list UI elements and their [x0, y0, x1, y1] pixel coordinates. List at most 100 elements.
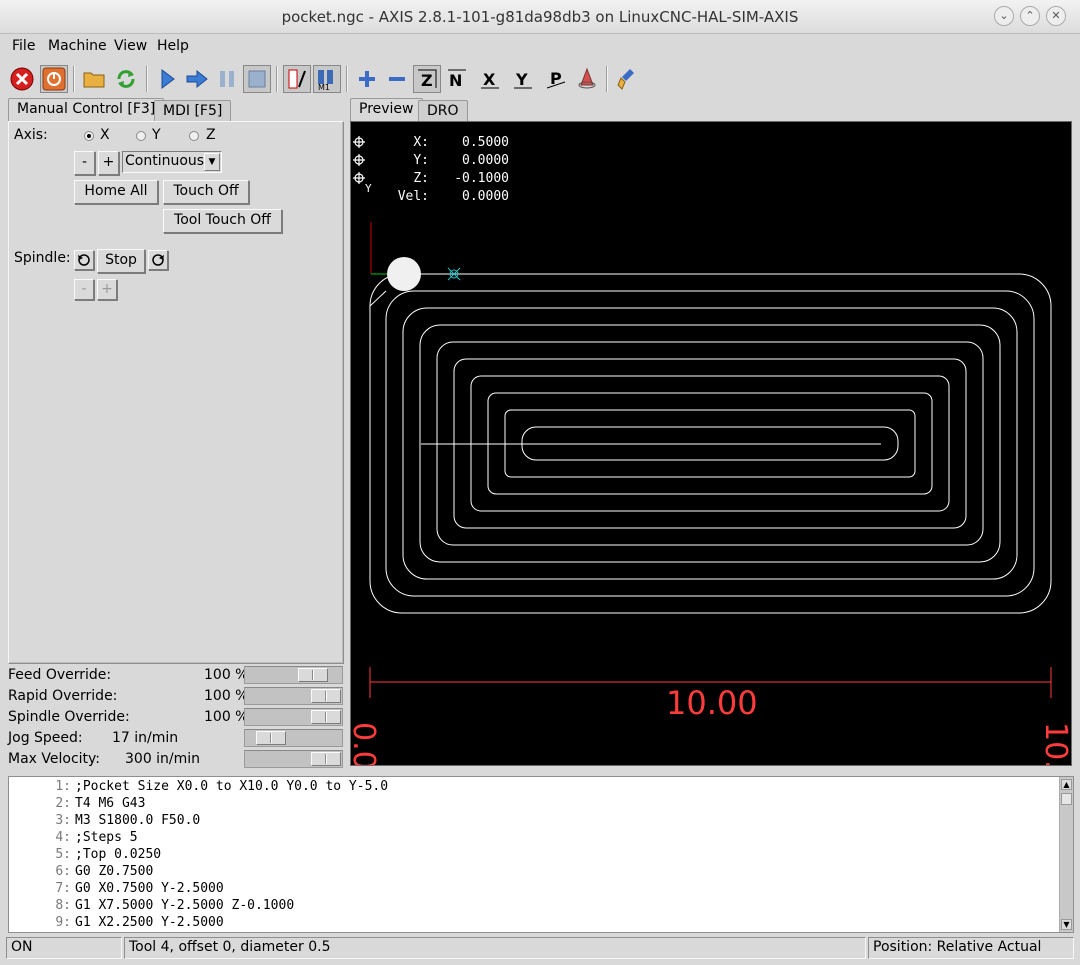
dimension-left-label: 0.0 [350, 722, 381, 766]
gcode-listing[interactable]: 1: ;Pocket Size X0.0 to X10.0 Y0.0 to Y-5… [8, 776, 1074, 933]
slider-thumb[interactable] [311, 710, 341, 724]
svg-text:X: X [483, 70, 496, 89]
spindle-plus-button[interactable]: + [97, 279, 117, 300]
list-item[interactable]: 9: G1 X2.2500 Y-2.5000 [9, 915, 223, 930]
menu-machine[interactable]: Machine [48, 38, 107, 54]
menu-bar: File Machine View Help [0, 34, 1080, 60]
power-icon[interactable] [40, 65, 68, 93]
list-item[interactable]: 8: G1 X7.5000 Y-2.5000 Z-0.1000 [9, 898, 294, 913]
rapid-override-slider[interactable] [244, 687, 343, 705]
menu-help[interactable]: Help [157, 38, 189, 54]
jog-speed-slider[interactable] [244, 729, 343, 747]
dro-x-label: X: [413, 135, 429, 150]
tab-preview[interactable]: Preview [350, 98, 423, 122]
chevron-down-icon[interactable]: ▼ [204, 153, 220, 171]
slider-thumb[interactable] [255, 731, 286, 745]
list-item[interactable]: 5: ;Top 0.0250 [9, 847, 161, 862]
preview-canvas[interactable]: Y 10.00 0.0 10. X: 0.5000 Y: 0.0000 Z: -… [350, 121, 1072, 766]
toolbar: M1 Z N X Y P [6, 62, 1076, 96]
open-icon[interactable] [80, 65, 108, 93]
feed-override-value: 100 % [204, 667, 249, 683]
tab-mdi[interactable]: MDI [F5] [154, 100, 232, 122]
dro-z-value: -0.1000 [454, 171, 509, 186]
home-all-button[interactable]: Home All [74, 180, 158, 204]
spindle-minus-button[interactable]: - [74, 279, 94, 300]
maximize-button[interactable]: ⌃ [1020, 6, 1040, 26]
rotate-cw-icon [152, 254, 164, 266]
status-bar: ON Tool 4, offset 0, diameter 0.5 Positi… [0, 936, 1080, 960]
dro-vel-value: 0.0000 [462, 189, 509, 204]
limit-icons [353, 136, 365, 184]
view-z2-icon[interactable]: N [443, 65, 471, 93]
menu-view[interactable]: View [114, 38, 147, 54]
pause-icon[interactable] [213, 65, 241, 93]
clear-plot-icon[interactable] [614, 65, 642, 93]
view-z-icon[interactable]: Z [413, 65, 441, 93]
manual-control-panel: Axis: X Y Z - + Continuous ▼ Home All To… [8, 121, 344, 664]
rotate-icon[interactable] [573, 65, 601, 93]
svg-text:Y: Y [365, 182, 372, 195]
list-item[interactable]: 6: G0 Z0.7500 [9, 864, 153, 879]
view-p-icon[interactable]: P [542, 65, 570, 93]
zoom-out-icon[interactable] [383, 65, 411, 93]
jog-minus-button[interactable]: - [74, 151, 95, 175]
optional-stop-icon[interactable]: M1 [313, 65, 341, 93]
dro-x-value: 0.5000 [462, 135, 509, 150]
rotate-ccw-icon [78, 254, 90, 266]
slider-thumb[interactable] [311, 752, 341, 766]
svg-text:Y: Y [515, 70, 528, 89]
list-item[interactable]: 2: T4 M6 G43 [9, 796, 145, 811]
tab-dro[interactable]: DRO [418, 100, 468, 122]
scroll-up-icon[interactable]: ▲ [1061, 779, 1072, 790]
tab-manual-control[interactable]: Manual Control [F3] [8, 98, 165, 122]
tool-info: Tool 4, offset 0, diameter 0.5 [124, 937, 866, 959]
scroll-down-icon[interactable]: ▼ [1061, 919, 1072, 930]
view-y-icon[interactable]: Y [509, 65, 537, 93]
run-icon[interactable] [153, 65, 181, 93]
title-bar: pocket.ngc - AXIS 2.8.1-101-g81da98db3 o… [0, 0, 1080, 34]
spindle-override-slider[interactable] [244, 708, 343, 726]
list-item[interactable]: 1: ;Pocket Size X0.0 to X10.0 Y0.0 to Y-5… [9, 779, 388, 794]
tool-touch-off-button[interactable]: Tool Touch Off [163, 209, 282, 233]
block-delete-icon[interactable] [283, 65, 311, 93]
jog-plus-button[interactable]: + [98, 151, 119, 175]
jog-mode-value: Continuous [125, 153, 205, 169]
list-item[interactable]: 4: ;Steps 5 [9, 830, 137, 845]
dro-y-label: Y: [413, 153, 429, 168]
svg-text:P: P [550, 69, 562, 88]
spindle-cw-button[interactable] [148, 250, 168, 270]
axis-z-radio[interactable] [189, 131, 199, 141]
origin-icon [447, 267, 461, 281]
spindle-ccw-button[interactable] [74, 250, 94, 270]
max-velocity-value: 300 in/min [125, 751, 201, 767]
dimension-x-label: 10.00 [666, 684, 758, 722]
axis-y-radio[interactable] [136, 131, 146, 141]
slider-thumb[interactable] [311, 689, 341, 703]
machine-state: ON [6, 937, 122, 959]
feed-override-slider[interactable] [244, 666, 343, 684]
svg-text:N: N [449, 71, 462, 90]
slider-thumb[interactable] [298, 668, 328, 682]
max-velocity-slider[interactable] [244, 750, 343, 768]
touch-off-button[interactable]: Touch Off [163, 180, 249, 204]
list-item[interactable]: 7: G0 X0.7500 Y-2.5000 [9, 881, 223, 896]
list-item[interactable]: 3: M3 S1800.0 F50.0 [9, 813, 200, 828]
menu-file[interactable]: File [12, 38, 35, 54]
close-window-button[interactable]: ✕ [1046, 6, 1066, 26]
minimize-button[interactable]: ⌄ [994, 6, 1014, 26]
vertical-scrollbar[interactable]: ▲ ▼ [1059, 777, 1073, 932]
stop-icon[interactable] [243, 65, 271, 93]
reload-icon[interactable] [112, 65, 140, 93]
axis-x-radio[interactable] [84, 131, 94, 141]
scroll-thumb[interactable] [1061, 793, 1072, 805]
max-velocity-label: Max Velocity: [8, 751, 101, 767]
rapid-override-value: 100 % [204, 688, 249, 704]
step-icon[interactable] [183, 65, 211, 93]
jog-mode-select[interactable]: Continuous ▼ [122, 151, 222, 173]
spindle-stop-button[interactable]: Stop [97, 249, 145, 273]
zoom-in-icon[interactable] [353, 65, 381, 93]
feed-override-label: Feed Override: [8, 667, 112, 683]
estop-icon[interactable] [8, 65, 36, 93]
view-x-icon[interactable]: X [476, 65, 504, 93]
axis-x-label: X [100, 127, 110, 143]
